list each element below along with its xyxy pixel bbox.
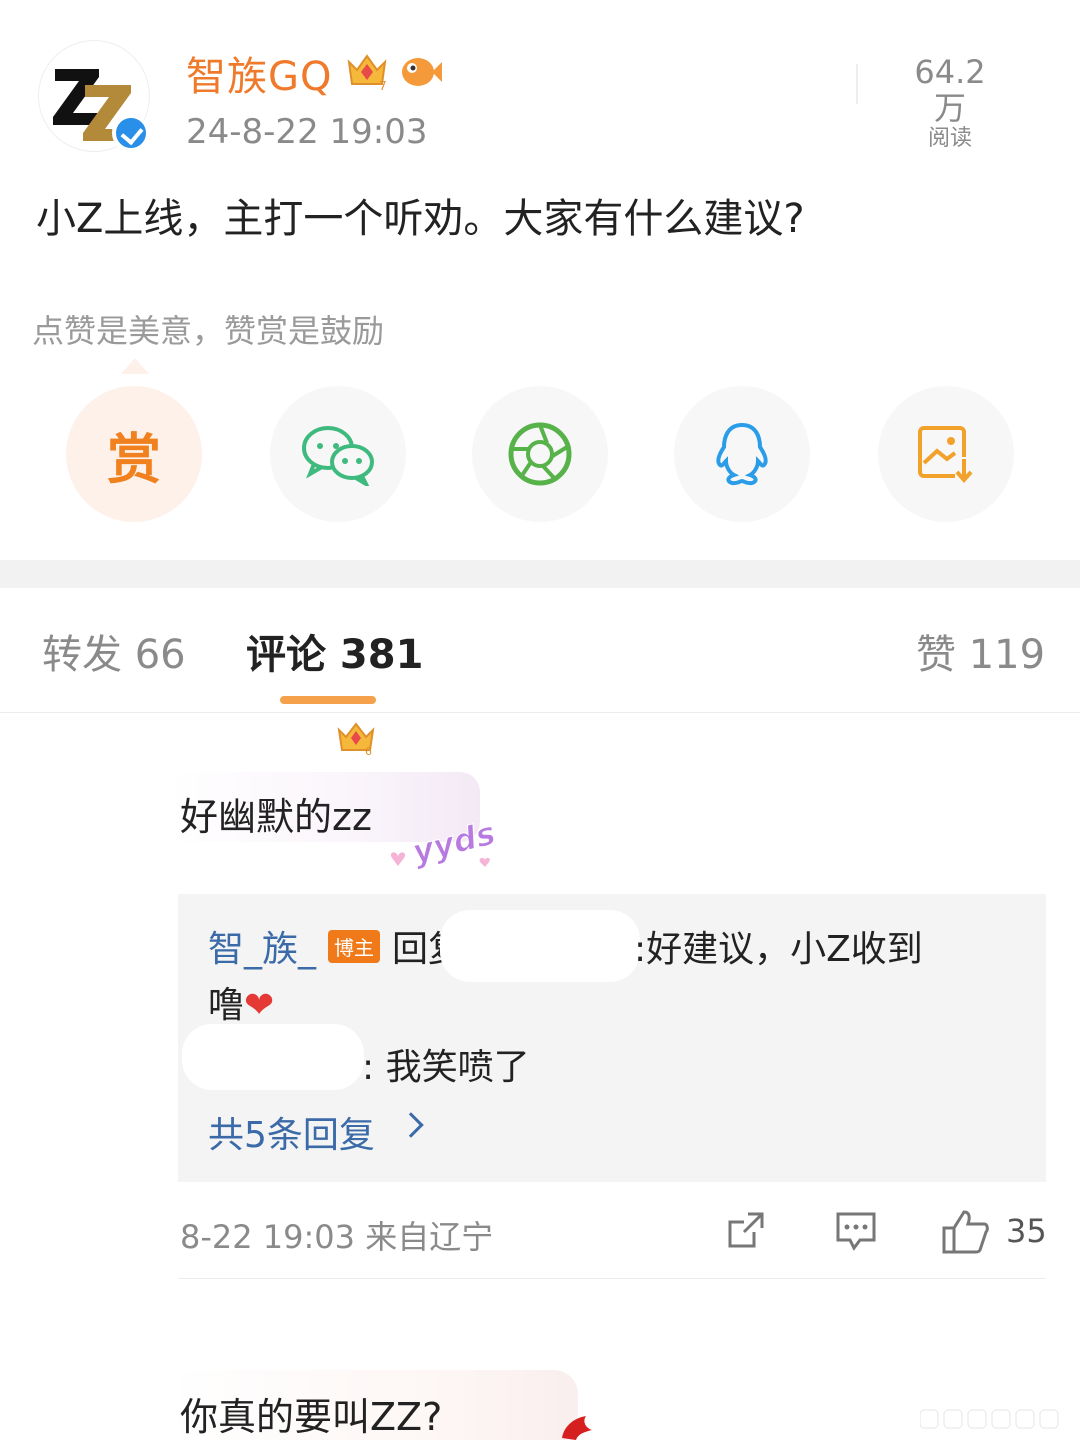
reply-content-end: 噜 bbox=[208, 985, 245, 1026]
wechat-share-button[interactable] bbox=[270, 386, 406, 522]
author-name[interactable]: 智族GQ bbox=[186, 44, 332, 102]
reward-tip: 点赞是美意，赞赏是鼓励 bbox=[32, 312, 385, 350]
read-count: 64.2万 阅读 bbox=[900, 54, 1000, 152]
read-count-number: 64.2万 bbox=[914, 53, 986, 127]
reply-content-cont: 噜❤ bbox=[208, 976, 274, 1028]
qq-icon bbox=[716, 422, 768, 486]
page-indicator bbox=[920, 1409, 1059, 1429]
fish-badge-icon bbox=[402, 58, 442, 86]
like-comment-icon[interactable] bbox=[940, 1208, 990, 1256]
reply-line: 智_族_ 博主 回复 bbox=[208, 920, 464, 972]
comment-text-2: 你真的要叫ZZ? bbox=[180, 1395, 443, 1439]
read-count-label: 阅读 bbox=[927, 126, 972, 151]
tip-pointer bbox=[121, 358, 149, 374]
tab-divider bbox=[0, 712, 1080, 713]
share-comment-icon[interactable] bbox=[724, 1208, 768, 1252]
reward-icon: 赏 bbox=[107, 427, 161, 491]
reply-2-text: : 我笑喷了 bbox=[362, 1047, 530, 1088]
wechat-icon bbox=[302, 426, 374, 486]
redacted-username bbox=[440, 910, 640, 982]
reward-button[interactable]: 赏 bbox=[66, 386, 202, 522]
comment-divider bbox=[178, 1278, 1046, 1279]
verified-icon bbox=[112, 114, 150, 152]
tab-like[interactable]: 赞 119 bbox=[916, 622, 1045, 680]
post-text: 小Z上线，主打一个听劝。大家有什么建议? bbox=[36, 196, 805, 242]
header-divider bbox=[856, 64, 858, 104]
moments-share-button[interactable] bbox=[472, 386, 608, 522]
svg-text:6: 6 bbox=[365, 745, 372, 756]
reply-content: :好建议，小Z收到 bbox=[634, 929, 923, 970]
like-count: 35 bbox=[1006, 1212, 1047, 1250]
save-image-button[interactable] bbox=[878, 386, 1014, 522]
reply-comment-icon[interactable] bbox=[834, 1208, 878, 1252]
vip-crown-icon: 7 bbox=[347, 54, 387, 92]
heart-icon: ❤ bbox=[244, 985, 275, 1026]
moments-icon bbox=[508, 422, 572, 486]
save-image-icon bbox=[918, 426, 973, 484]
red-sticker-icon bbox=[562, 1416, 592, 1440]
commenter-crown-icon: 6 bbox=[337, 722, 375, 756]
comment-meta: 8-22 19:03 来自辽宁 bbox=[180, 1218, 494, 1256]
tab-repost[interactable]: 转发 66 bbox=[42, 622, 186, 680]
redacted-username-2 bbox=[182, 1024, 364, 1090]
reply-author[interactable]: 智_族_ bbox=[208, 929, 316, 970]
comment-text: 好幽默的zz bbox=[180, 795, 372, 839]
svg-text:7: 7 bbox=[379, 79, 387, 92]
qq-share-button[interactable] bbox=[674, 386, 810, 522]
more-replies-link[interactable]: 共5条回复 bbox=[208, 1106, 375, 1158]
yyds-sticker-icon: yyds bbox=[390, 813, 499, 871]
host-badge: 博主 bbox=[328, 930, 381, 963]
section-separator bbox=[0, 560, 1080, 588]
tab-indicator bbox=[280, 696, 376, 704]
post-time: 24-8-22 19:03 bbox=[186, 112, 428, 152]
tab-comment[interactable]: 评论 381 bbox=[246, 622, 423, 680]
